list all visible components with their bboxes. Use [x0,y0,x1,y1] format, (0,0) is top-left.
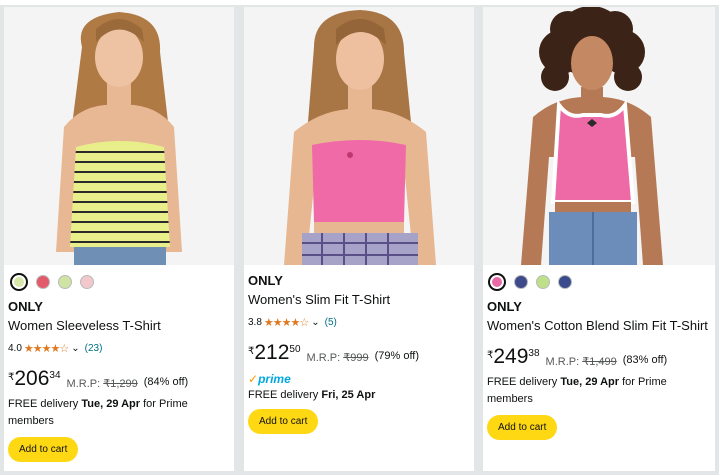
chevron-down-icon[interactable]: ⌄ [71,343,79,354]
mrp: M.R.P: ₹1,499 [546,355,617,368]
price-row: ₹ 212 50 M.R.P: ₹999 (79% off) [248,341,420,365]
color-swatch[interactable] [80,275,94,289]
mrp-label: M.R.P: [66,378,101,390]
color-swatch[interactable] [536,275,550,289]
color-swatch[interactable] [58,275,72,289]
prime-badge: ✓prime [248,372,291,386]
delivery-date: Tue, 29 Apr [81,398,141,410]
delivery-date: Tue, 29 Apr [560,376,620,388]
review-count-link[interactable]: (5) [325,317,337,328]
rating-value: 3.8 [248,317,262,328]
delivery-info: FREE delivery Tue, 29 Apr for Prime memb… [8,396,218,430]
rating-row: 3.8 ★★★★☆ ⌄ (5) [248,316,337,329]
mrp: M.R.P: ₹999 [307,351,369,364]
brand-name: ONLY [248,273,283,288]
add-to-cart-button[interactable]: Add to cart [248,409,319,434]
product-title[interactable]: Women's Slim Fit T-Shirt [248,292,390,307]
price-whole: 206 [14,367,50,390]
brand-name: ONLY [8,299,43,314]
prime-check-icon: ✓ [248,372,259,386]
product-card[interactable]: ONLY Women's Slim Fit T-Shirt 3.8 ★★★★☆ … [243,6,475,472]
add-to-cart-button[interactable]: Add to cart [487,415,558,440]
mrp-label: M.R.P: [306,352,341,364]
mrp-value: ₹999 [343,352,369,364]
discount: (79% off) [374,350,420,362]
mrp-value: ₹1,299 [103,378,138,390]
delivery-info: FREE delivery Fri, 25 Apr [248,387,375,404]
top-strip: … [0,0,719,5]
delivery-prefix: FREE delivery [487,376,561,388]
add-to-cart-button[interactable]: Add to cart [8,437,79,462]
price-fraction: 34 [49,370,61,381]
color-swatches [488,273,572,291]
discount: (83% off) [622,354,668,366]
color-swatch[interactable] [488,273,506,291]
delivery-prefix: FREE delivery [8,398,82,410]
brand-name: ONLY [487,299,522,314]
chevron-down-icon[interactable]: ⌄ [311,317,319,328]
price-fraction: 38 [528,348,540,359]
price-row: ₹ 249 38 M.R.P: ₹1,499 (83% off) [487,345,668,369]
color-swatch[interactable] [10,273,28,291]
mrp-value: ₹1,499 [582,356,617,368]
price-whole: 212 [254,341,290,364]
rating-row: 4.0 ★★★★☆ ⌄ (23) [8,342,102,355]
review-count-link[interactable]: (23) [85,343,103,354]
product-card[interactable]: ONLY Women Sleeveless T-Shirt 4.0 ★★★★☆ … [3,6,235,472]
product-image[interactable] [483,7,715,265]
mrp: M.R.P: ₹1,299 [67,377,138,390]
product-card[interactable]: ONLY Women's Cotton Blend Slim Fit T-Shi… [482,6,716,472]
color-swatches [10,273,94,291]
price-whole: 249 [493,345,529,368]
mrp-label: M.R.P: [545,356,580,368]
product-image[interactable] [244,7,474,265]
delivery-date: Fri, 25 Apr [321,389,376,401]
truncated-text: … [60,0,71,3]
price-row: ₹ 206 34 M.R.P: ₹1,299 (84% off) [8,367,189,391]
product-title[interactable]: Women Sleeveless T-Shirt [8,318,161,333]
star-rating-icon[interactable]: ★★★★☆ [264,316,309,329]
product-image[interactable] [4,7,234,265]
color-swatch[interactable] [36,275,50,289]
product-title[interactable]: Women's Cotton Blend Slim Fit T-Shirt [487,318,708,333]
delivery-info: FREE delivery Tue, 29 Apr for Prime memb… [487,374,697,408]
color-swatch[interactable] [514,275,528,289]
discount: (84% off) [143,376,189,388]
prime-label: prime [258,372,291,386]
price-fraction: 50 [289,344,301,355]
delivery-prefix: FREE delivery [248,389,322,401]
rating-value: 4.0 [8,343,22,354]
color-swatch[interactable] [558,275,572,289]
star-rating-icon[interactable]: ★★★★☆ [24,342,69,355]
